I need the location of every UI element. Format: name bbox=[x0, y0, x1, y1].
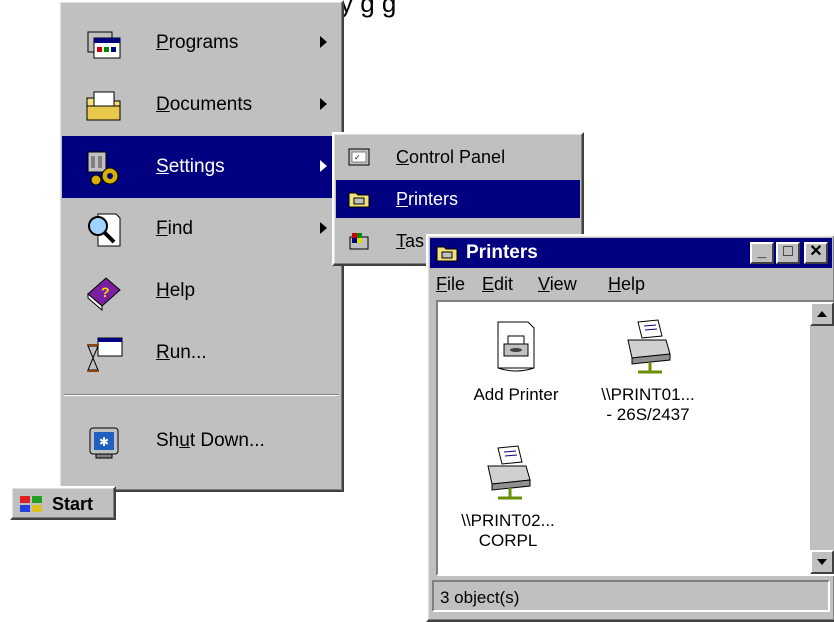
printer-name: \\PRINT01... bbox=[601, 385, 695, 404]
start-menu-label: Help bbox=[156, 280, 196, 301]
title-bar[interactable]: Printers _ □ ✕ bbox=[430, 238, 832, 268]
submenu-label: Printers bbox=[396, 189, 459, 209]
menu-bar: File Edit View Help bbox=[432, 270, 830, 300]
start-menu-label: Shut Down... bbox=[156, 430, 265, 451]
printers-folder-icon bbox=[436, 246, 458, 262]
svg-text:?: ? bbox=[101, 284, 110, 300]
close-icon: ✕ bbox=[809, 243, 823, 260]
network-printer-icon bbox=[627, 319, 671, 374]
taskbar-icon bbox=[349, 233, 369, 250]
help-book-icon: ? bbox=[87, 277, 121, 312]
start-menu-item-shutdown[interactable]: ✱ Shut Down... bbox=[62, 410, 340, 472]
start-menu-item-run[interactable]: Run... bbox=[62, 322, 340, 384]
start-menu-label: Run... bbox=[156, 342, 207, 363]
submenu-arrow-icon bbox=[320, 98, 327, 110]
shutdown-computer-icon: ✱ bbox=[89, 427, 119, 459]
menu-file[interactable]: File bbox=[436, 274, 465, 295]
start-menu-label: Settings bbox=[156, 156, 225, 177]
printer-item-print01[interactable]: \\PRINT01... - 26S/2437 bbox=[578, 318, 718, 425]
start-menu-item-find[interactable]: Find bbox=[62, 198, 340, 260]
submenu-item-control-panel[interactable]: ✓ Control Panel bbox=[336, 138, 580, 176]
submenu-arrow-icon bbox=[320, 36, 327, 48]
add-printer-icon bbox=[497, 321, 535, 372]
start-menu-item-documents[interactable]: Documents bbox=[62, 74, 340, 136]
svg-text:✱: ✱ bbox=[99, 435, 109, 449]
start-button[interactable]: Start bbox=[10, 486, 116, 520]
menu-separator bbox=[64, 394, 338, 396]
settings-icon bbox=[87, 151, 119, 186]
start-menu-item-programs[interactable]: Programs bbox=[62, 12, 340, 74]
menu-edit[interactable]: Edit bbox=[482, 274, 513, 295]
printer-label: \\PRINT02... CORPL bbox=[438, 511, 578, 551]
printer-item-print02[interactable]: \\PRINT02... CORPL bbox=[438, 444, 578, 551]
window-title: Printers bbox=[466, 242, 538, 263]
arrow-up-icon bbox=[817, 311, 827, 317]
scroll-down-button[interactable] bbox=[810, 550, 834, 574]
submenu-item-printers[interactable]: Printers bbox=[336, 180, 580, 218]
maximize-button[interactable]: □ bbox=[776, 242, 800, 264]
maximize-icon: □ bbox=[783, 243, 793, 260]
printers-list-view: Add Printer \\PRINT01... - 26S/2437 \\PR… bbox=[436, 300, 834, 576]
printers-window: Printers _ □ ✕ File Edit View Help Add P… bbox=[426, 234, 834, 622]
top-caption: y g g bbox=[340, 0, 397, 18]
start-menu: Programs Documents Settings Find ? Help … bbox=[58, 0, 344, 492]
submenu-arrow-icon bbox=[320, 160, 327, 172]
run-icon bbox=[87, 337, 123, 372]
add-printer-item[interactable]: Add Printer bbox=[446, 318, 586, 405]
add-printer-label: Add Printer bbox=[473, 385, 559, 404]
status-object-count: 3 object(s) bbox=[440, 588, 520, 607]
network-printer-icon bbox=[487, 445, 531, 500]
printer-location: CORPL bbox=[478, 531, 538, 550]
arrow-down-icon bbox=[817, 559, 827, 565]
start-menu-item-help[interactable]: ? Help bbox=[62, 260, 340, 322]
submenu-label: Control Panel bbox=[396, 147, 506, 167]
documents-folder-icon bbox=[86, 91, 121, 121]
close-button[interactable]: ✕ bbox=[804, 242, 828, 264]
menu-help[interactable]: Help bbox=[608, 274, 645, 295]
start-menu-label: Find bbox=[156, 218, 193, 239]
menu-view[interactable]: View bbox=[538, 274, 577, 295]
find-magnifier-icon bbox=[88, 213, 121, 247]
printer-name: \\PRINT02... bbox=[461, 511, 555, 530]
programs-icon bbox=[87, 31, 121, 59]
start-menu-label: Documents bbox=[156, 94, 253, 115]
control-panel-icon: ✓ bbox=[348, 148, 370, 166]
start-menu-item-settings[interactable]: Settings bbox=[62, 136, 340, 198]
scroll-up-button[interactable] bbox=[810, 302, 834, 326]
printers-folder-icon bbox=[348, 192, 370, 208]
minimize-icon: _ bbox=[757, 243, 767, 260]
vertical-scrollbar[interactable] bbox=[810, 302, 834, 574]
submenu-arrow-icon bbox=[320, 222, 327, 234]
windows-logo-icon bbox=[20, 496, 42, 512]
printer-label: \\PRINT01... - 26S/2437 bbox=[578, 385, 718, 425]
status-bar: 3 object(s) bbox=[432, 580, 830, 612]
minimize-button[interactable]: _ bbox=[750, 242, 774, 264]
svg-text:✓: ✓ bbox=[354, 153, 361, 162]
start-button-label: Start bbox=[52, 494, 94, 514]
start-menu-label: Programs bbox=[156, 32, 239, 53]
submenu-label: Tas bbox=[396, 231, 425, 251]
printer-location: - 26S/2437 bbox=[606, 405, 690, 424]
